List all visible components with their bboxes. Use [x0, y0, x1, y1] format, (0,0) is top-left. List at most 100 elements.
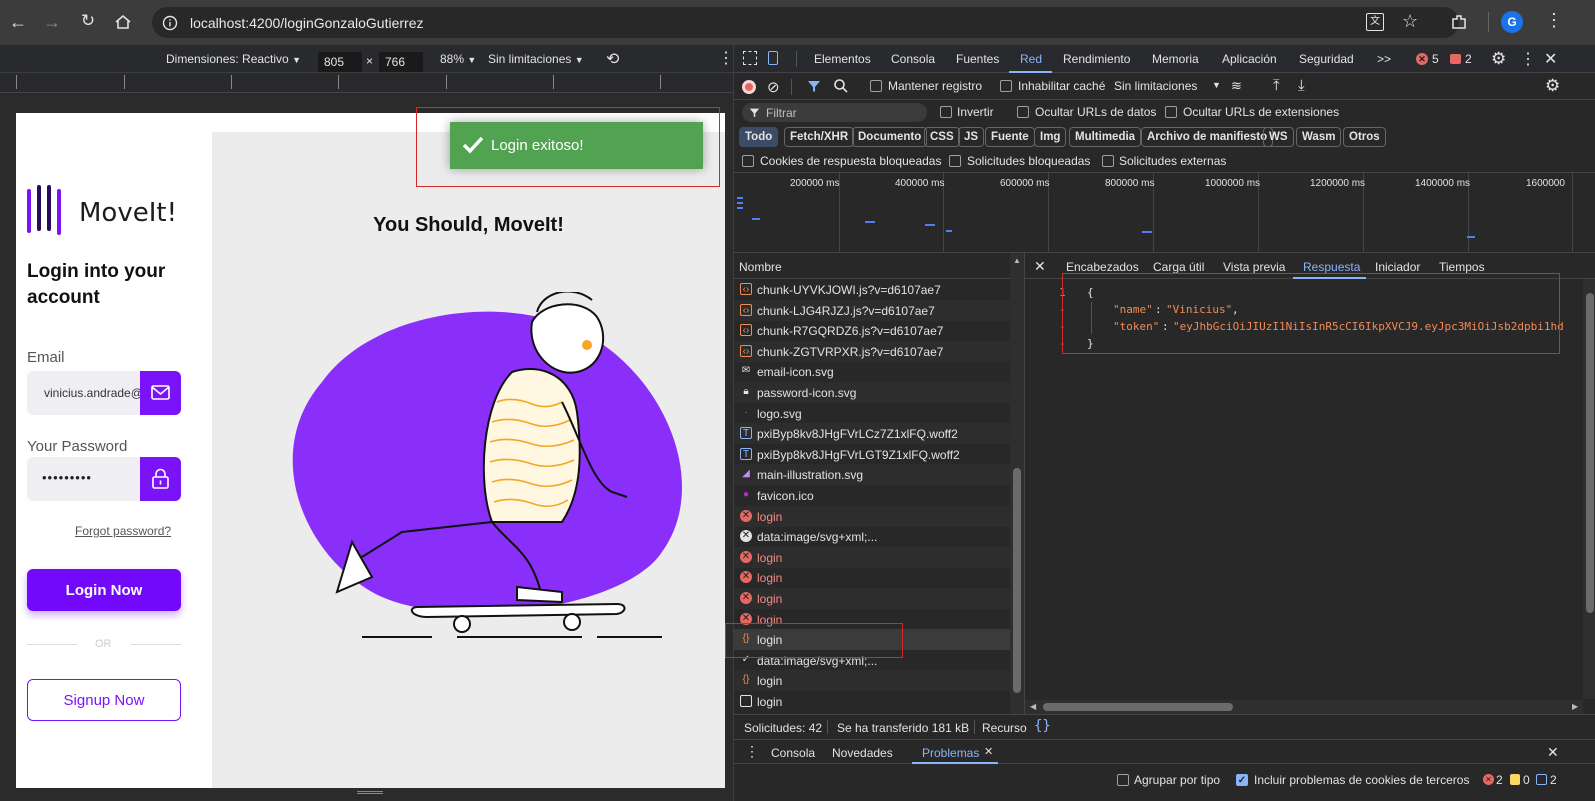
type-filter-fetch[interactable]: Fetch/XHR	[784, 127, 855, 147]
hide-data-urls-checkbox[interactable]	[1017, 106, 1029, 118]
keep-log-checkbox[interactable]	[870, 80, 882, 92]
close-drawer-icon[interactable]: ✕	[1547, 744, 1559, 761]
error-count-icon[interactable]: ✕	[1416, 53, 1428, 65]
drawer-tab-problemas[interactable]: Problemas	[922, 746, 979, 760]
type-filter-img[interactable]: Img	[1034, 127, 1067, 147]
type-filter-todo[interactable]: Todo	[739, 127, 779, 147]
format-braces-icon[interactable]: {}	[1034, 718, 1051, 734]
device-height-input[interactable]: 766	[379, 52, 423, 72]
tab-seguridad[interactable]: Seguridad	[1299, 52, 1354, 66]
request-row[interactable]: ‹› chunk-UYVKJOWI.js?v=d6107ae7	[734, 279, 1010, 300]
detail-tab-respuesta[interactable]: Respuesta	[1303, 260, 1360, 274]
request-row[interactable]: ✕ login	[734, 505, 1010, 527]
password-input[interactable]: •••••••••	[42, 470, 92, 485]
upload-icon[interactable]: ⤒	[1273, 77, 1280, 94]
home-icon[interactable]	[114, 13, 132, 31]
drawer-tab-novedades[interactable]: Novedades	[832, 746, 893, 760]
request-row[interactable]: 🔒︎ password-icon.svg	[734, 382, 1010, 403]
group-by-type-checkbox[interactable]	[1117, 774, 1129, 786]
viewport-resize-handle[interactable]	[357, 791, 383, 794]
drawer-menu-icon[interactable]: ⋮	[745, 743, 759, 760]
type-filter-fuente[interactable]: Fuente	[985, 127, 1035, 147]
external-requests-checkbox[interactable]	[1102, 155, 1114, 167]
inspect-element-icon[interactable]	[743, 51, 757, 65]
scroll-up-icon[interactable]: ▲	[1013, 256, 1021, 265]
tab-memoria[interactable]: Memoria	[1152, 52, 1199, 66]
tab-fuentes[interactable]: Fuentes	[956, 52, 999, 66]
back-icon[interactable]: ←	[8, 12, 28, 32]
rotate-icon[interactable]: ⟲	[606, 49, 619, 69]
more-tabs-button[interactable]: >>	[1377, 52, 1391, 66]
detail-tab-tiempos[interactable]: Tiempos	[1439, 260, 1485, 274]
scroll-right-icon[interactable]: ▶	[1572, 702, 1578, 711]
tab-elementos[interactable]: Elementos	[814, 52, 871, 66]
request-list-scrollbar[interactable]: ▲	[1010, 253, 1024, 714]
browser-menu-icon[interactable]: ⋮	[1545, 10, 1563, 31]
request-row[interactable]: ✉ email-icon.svg	[734, 361, 1010, 382]
detail-tab-iniciador[interactable]: Iniciador	[1375, 260, 1420, 274]
type-filter-manifiesto[interactable]: Archivo de manifiesto	[1141, 127, 1274, 147]
third-party-checkbox[interactable]: ✓	[1236, 774, 1248, 786]
request-row[interactable]: TpxiByp8kv8JHgFVrLCz7Z1xlFQ.woff2	[734, 423, 1010, 445]
password-field[interactable]: •••••••••	[27, 457, 181, 501]
request-row[interactable]: ‹› chunk-R7GQRDZ6.js?v=d6107ae7	[734, 320, 1010, 341]
filter-funnel-icon[interactable]	[807, 79, 821, 96]
settings-gear-icon[interactable]: ⚙	[1491, 49, 1506, 69]
close-devtools-icon[interactable]: ✕	[1544, 49, 1557, 69]
devtools-menu-icon[interactable]: ⋮	[1520, 49, 1536, 69]
issue-info-icon[interactable]	[1536, 774, 1547, 785]
site-info-icon[interactable]	[162, 15, 178, 34]
filter-input[interactable]: Filtrar	[742, 103, 927, 122]
request-row[interactable]: TpxiByp8kv8JHgFVrLGT9Z1xlFQ.woff2	[734, 444, 1010, 465]
drawer-tab-consola[interactable]: Consola	[771, 746, 815, 760]
tab-aplicacion[interactable]: Aplicación	[1222, 52, 1277, 66]
zoom-dropdown[interactable]: 88% ▼	[440, 52, 476, 66]
email-field[interactable]	[27, 371, 181, 415]
request-row[interactable]: ✕ login	[734, 567, 1010, 588]
response-scroll-thumb[interactable]	[1586, 293, 1594, 613]
request-row[interactable]: · logo.svg	[734, 403, 1010, 424]
detail-tab-vista-previa[interactable]: Vista previa	[1223, 260, 1285, 274]
profile-avatar[interactable]: G	[1501, 11, 1523, 33]
type-filter-otros[interactable]: Otros	[1343, 127, 1386, 147]
email-input[interactable]	[27, 371, 140, 415]
type-filter-multimedia[interactable]: Multimedia	[1069, 127, 1142, 147]
scrollbar-thumb[interactable]	[1013, 468, 1021, 693]
request-row[interactable]: ✕ login	[734, 546, 1010, 568]
device-width-input[interactable]: 805	[318, 52, 362, 72]
device-toggle-icon[interactable]	[768, 51, 778, 65]
warning-count-icon[interactable]	[1450, 54, 1461, 64]
network-settings-icon[interactable]: ⚙	[1545, 76, 1560, 96]
hide-ext-urls-checkbox[interactable]	[1165, 106, 1177, 118]
download-icon[interactable]: ⤓	[1298, 77, 1305, 94]
password-button[interactable]	[140, 457, 181, 501]
throttle-dropdown[interactable]: Sin limitaciones ▼	[488, 52, 584, 66]
horizontal-scroll-thumb[interactable]	[1043, 703, 1233, 711]
name-column-header[interactable]: Nombre	[739, 260, 782, 274]
tab-red[interactable]: Red	[1020, 52, 1042, 66]
request-row[interactable]: ✕ login	[734, 588, 1010, 609]
request-row[interactable]: ‹› chunk-LJG4RJZJ.js?v=d6107ae7	[734, 299, 1010, 321]
wifi-settings-icon[interactable]: ≋	[1231, 78, 1242, 94]
disable-cache-checkbox[interactable]	[1000, 80, 1012, 92]
address-bar[interactable]: localhost:4200/loginGonzaloGutierrez	[152, 7, 1459, 38]
email-button[interactable]	[140, 371, 181, 415]
type-filter-documento[interactable]: Documento	[852, 127, 928, 147]
reload-icon[interactable]: ↻	[78, 11, 98, 31]
request-row[interactable]: login	[734, 691, 1010, 712]
login-button[interactable]: Login Now	[27, 569, 181, 611]
request-row[interactable]: ● favicon.ico	[734, 485, 1010, 506]
network-timeline[interactable]: 200000 ms 400000 ms 600000 ms 800000 ms …	[734, 172, 1595, 253]
invert-checkbox[interactable]	[940, 106, 952, 118]
close-problemas-icon[interactable]: ✕	[984, 745, 993, 758]
request-row[interactable]: ◢ main-illustration.svg	[734, 464, 1010, 486]
record-icon[interactable]	[742, 80, 756, 94]
translate-icon[interactable]: 文	[1366, 13, 1384, 31]
network-throttle-dropdown[interactable]: Sin limitaciones	[1114, 79, 1197, 93]
detail-tab-carga-util[interactable]: Carga útil	[1153, 260, 1204, 274]
blocked-requests-checkbox[interactable]	[949, 155, 961, 167]
tab-consola[interactable]: Consola	[891, 52, 935, 66]
issue-warning-icon[interactable]	[1510, 774, 1520, 785]
type-filter-wasm[interactable]: Wasm	[1296, 127, 1342, 147]
request-row[interactable]: ‹› chunk-ZGTVRPXR.js?v=d6107ae7	[734, 340, 1010, 362]
